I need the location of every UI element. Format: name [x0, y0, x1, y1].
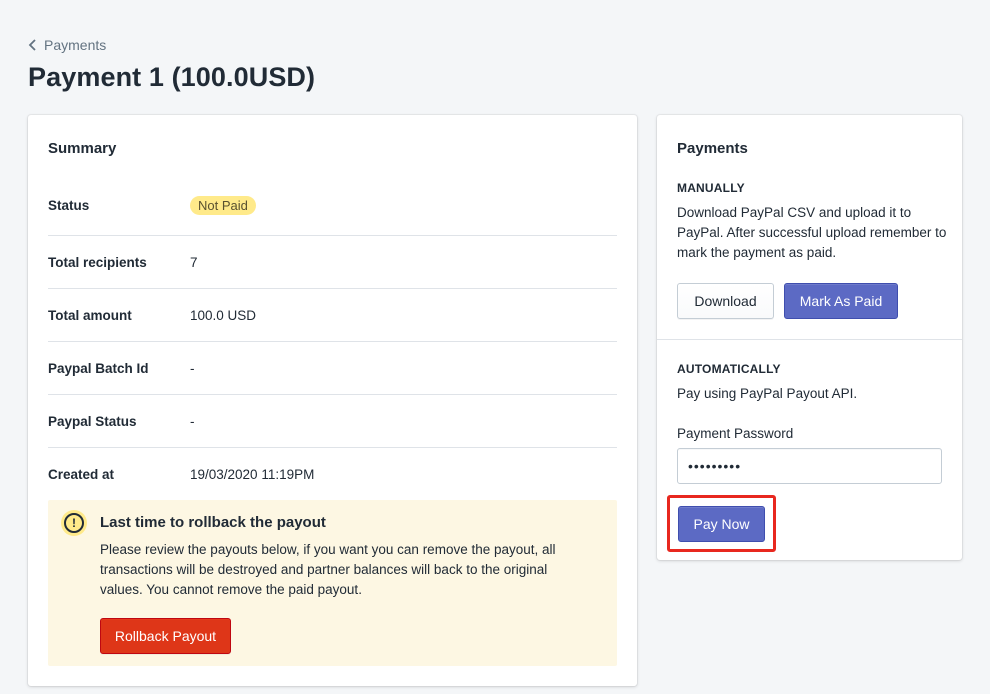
row-value: -	[190, 413, 195, 429]
row-label: Status	[48, 197, 90, 213]
breadcrumb-label: Payments	[44, 37, 107, 53]
row-value: -	[190, 360, 195, 376]
payment-password-input[interactable]	[677, 448, 942, 484]
automatically-text: Pay using PayPal Payout API.	[677, 386, 858, 401]
row-label: Total recipients	[48, 254, 147, 270]
summary-title: Summary	[48, 140, 117, 157]
row-label: Created at	[48, 467, 115, 482]
summary-row-total-recipients: Total recipients 7	[48, 236, 617, 289]
row-value: 19/03/2020 11:19PM	[190, 467, 315, 482]
payments-title: Payments	[677, 140, 748, 157]
section-divider	[657, 339, 962, 340]
banner-text: Please review the payouts below, if you …	[100, 542, 556, 597]
summary-rows: Status Not Paid Total recipients 7 Total…	[48, 175, 617, 501]
summary-row-batch-id: Paypal Batch Id -	[48, 342, 617, 395]
manually-heading: MANUALLY	[677, 181, 745, 195]
alert-circle-icon: !	[61, 510, 87, 536]
summary-row-total-amount: Total amount 100.0 USD	[48, 289, 617, 342]
payment-password-label: Payment Password	[677, 426, 794, 441]
row-value: 100.0 USD	[190, 307, 257, 323]
row-label: Total amount	[48, 307, 132, 323]
status-badge: Not Paid	[190, 195, 256, 215]
banner-title: Last time to rollback the payout	[100, 514, 326, 531]
rollback-warning-banner: ! Last time to rollback the payout Pleas…	[48, 500, 617, 666]
summary-row-status: Status Not Paid	[48, 175, 617, 236]
summary-row-paypal-status: Paypal Status -	[48, 395, 617, 448]
manually-text: Download PayPal CSV and upload it to Pay…	[677, 205, 947, 260]
download-button[interactable]: Download	[677, 283, 774, 319]
summary-row-created-at: Created at 19/03/2020 11:19PM	[48, 448, 617, 501]
page-title: Payment 1 (100.0USD)	[28, 62, 316, 92]
pay-now-button[interactable]: Pay Now	[678, 506, 765, 542]
summary-card: Summary Status Not Paid Total recipients…	[28, 115, 637, 686]
rollback-payout-button[interactable]: Rollback Payout	[100, 618, 231, 654]
automatically-heading: AUTOMATICALLY	[677, 362, 781, 376]
row-value: 7	[190, 254, 198, 270]
pay-now-highlight: Pay Now	[667, 495, 776, 552]
mark-as-paid-button[interactable]: Mark As Paid	[784, 283, 898, 319]
row-label: Paypal Batch Id	[48, 360, 149, 376]
row-label: Paypal Status	[48, 413, 137, 429]
chevron-left-icon	[28, 39, 36, 51]
payments-card: Payments MANUALLY Download PayPal CSV an…	[657, 115, 962, 560]
breadcrumb-back-link[interactable]: Payments	[28, 37, 106, 53]
